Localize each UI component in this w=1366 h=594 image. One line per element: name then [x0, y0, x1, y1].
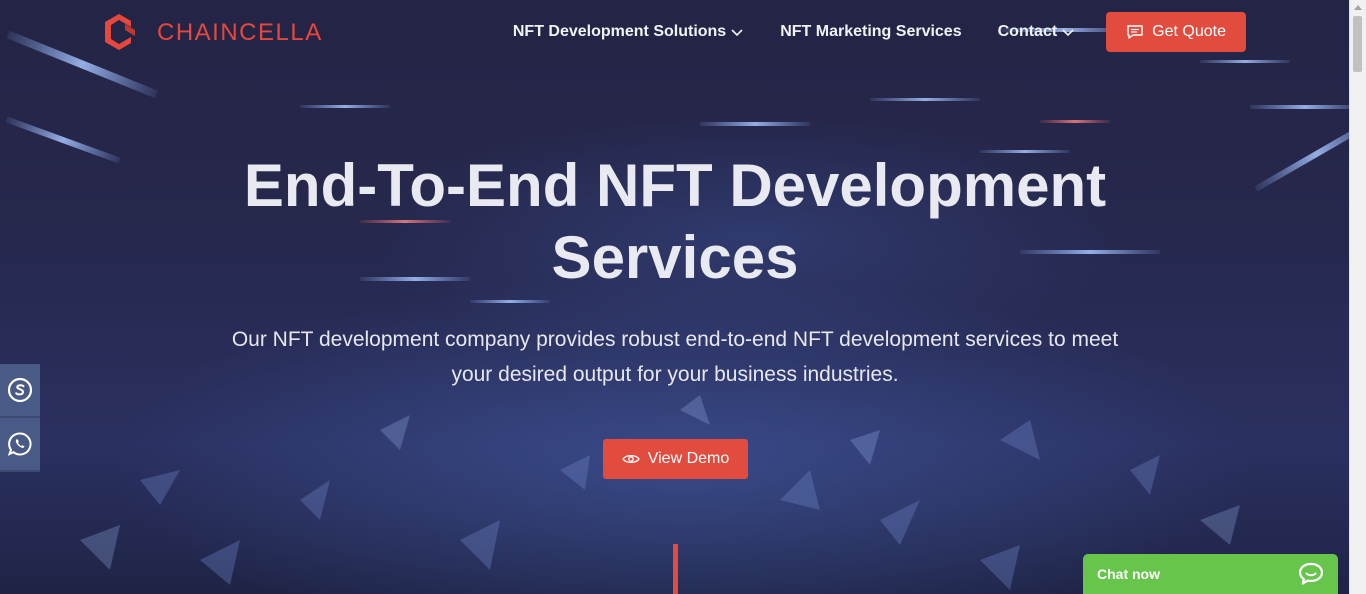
nav-item-label: Contact	[997, 23, 1058, 40]
nav-item-label: NFT Marketing Services	[780, 23, 962, 40]
chat-now-widget[interactable]: Chat now	[1083, 554, 1338, 594]
hero-subtitle: Our NFT development company provides rob…	[231, 328, 1119, 386]
hero-title: End-To-End NFT Development Services	[0, 150, 1350, 294]
skype-icon	[7, 377, 33, 403]
hero-title-line-1: End-To-End NFT Development	[243, 152, 1107, 219]
chat-now-label: Chat now	[1097, 566, 1160, 582]
skype-button[interactable]	[0, 364, 40, 418]
chaincella-logo-icon	[105, 14, 135, 50]
get-quote-button[interactable]: Get Quote	[1106, 12, 1246, 52]
view-demo-label: View Demo	[647, 450, 730, 467]
page-scrollbar[interactable]	[1349, 0, 1366, 594]
main-nav: NFT Development Solutions NFT Marketing …	[513, 12, 1246, 52]
view-demo-button[interactable]: View Demo	[603, 439, 748, 479]
eye-icon	[621, 454, 640, 464]
scrollbar-thumb[interactable]	[1353, 16, 1362, 72]
brand-name: CHAINCELLA	[157, 19, 323, 46]
nav-item-nft-development-solutions[interactable]: NFT Development Solutions	[513, 23, 744, 41]
nav-item-nft-marketing-services[interactable]: NFT Marketing Services	[780, 23, 961, 41]
chat-bubble-icon	[1298, 562, 1324, 585]
hero-background-image	[5, 28, 1366, 590]
nav-item-label: NFT Development Solutions	[512, 23, 727, 40]
nav-item-contact[interactable]: Contact	[998, 23, 1076, 41]
hero-title-line-2: Services	[551, 224, 799, 291]
scroll-indicator-line	[673, 544, 678, 594]
brand-logo[interactable]: CHAINCELLA	[105, 12, 323, 54]
page: CHAINCELLA NFT Development Solutions NFT…	[0, 0, 1366, 594]
scroll-up-arrow-icon[interactable]	[1354, 5, 1362, 10]
whatsapp-icon	[7, 432, 32, 456]
side-social-bar	[0, 364, 40, 472]
message-icon	[1127, 25, 1143, 39]
chevron-down-icon	[1062, 29, 1074, 37]
chevron-down-icon	[731, 29, 743, 37]
whatsapp-button[interactable]	[0, 418, 40, 472]
get-quote-label: Get Quote	[1152, 23, 1226, 40]
